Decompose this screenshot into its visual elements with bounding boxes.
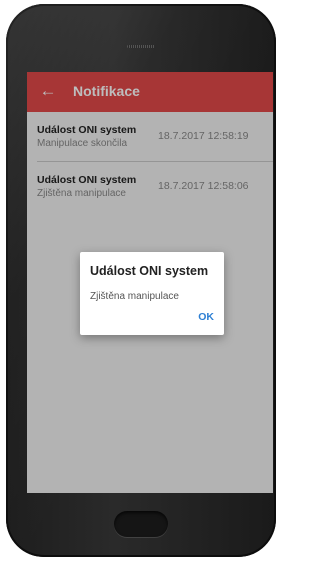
dialog-title: Událost ONI system	[90, 264, 209, 278]
dialog-message: Zjištěna manipulace	[90, 291, 179, 302]
speaker-grille	[127, 45, 155, 48]
home-button[interactable]	[114, 511, 168, 537]
alert-dialog: Událost ONI system Zjištěna manipulace O…	[80, 252, 224, 335]
ok-button[interactable]: OK	[198, 311, 214, 323]
phone-screen: ← Notifikace Událost ONI system Manipula…	[27, 72, 273, 493]
